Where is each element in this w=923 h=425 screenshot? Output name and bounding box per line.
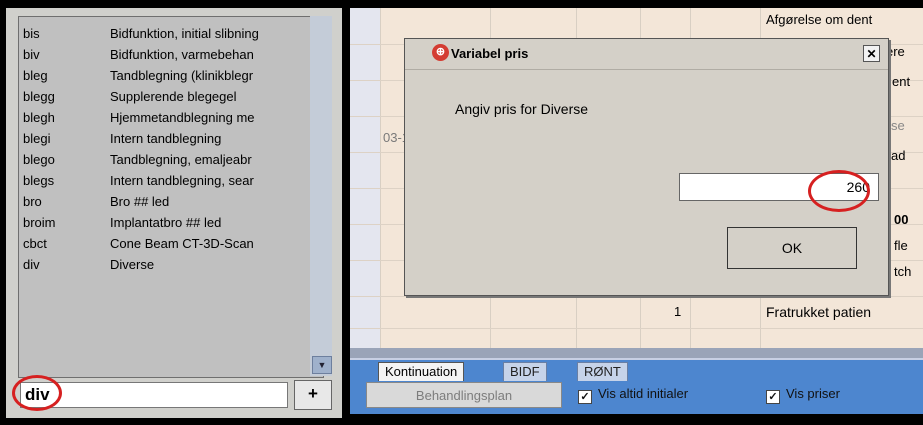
variable-price-dialog: ⊕ Variabel pris ✕ Angiv pris for Diverse… [404, 38, 889, 296]
grid-horizontal-scrollbar[interactable] [350, 348, 923, 358]
list-scrollbar[interactable]: ▼ [310, 16, 332, 376]
list-item[interactable]: bro Bro ## led [19, 191, 319, 212]
checkmark-icon: ✓ [766, 390, 780, 404]
list-item[interactable]: blegh Hjemmetandblegning me [19, 107, 319, 128]
tab-bidf[interactable]: BIDF [503, 362, 547, 381]
tab-kontinuation[interactable]: Kontinuation [378, 362, 465, 381]
list-item[interactable]: bis Bidfunktion, initial slibning [19, 23, 319, 44]
scroll-down-arrow-icon[interactable]: ▼ [312, 356, 332, 374]
dialog-title: Variabel pris [451, 46, 529, 61]
code-list[interactable]: bis Bidfunktion, initial slibning biv Bidf… [18, 16, 324, 378]
price-input[interactable]: 260 [679, 173, 879, 201]
treatment-plan-button[interactable]: Behandlingsplan [366, 382, 562, 408]
code-filter-input[interactable]: div [20, 382, 288, 408]
grid-text: se [891, 118, 905, 133]
row-header-strip [350, 8, 380, 348]
list-item[interactable]: blegg Supplerende blegegel [19, 86, 319, 107]
show-initials-checkbox[interactable]: ✓ Vis altid initialer [578, 386, 688, 404]
list-item[interactable]: blegi Intern tandblegning [19, 128, 319, 149]
grid-text: ent [892, 74, 911, 89]
add-code-button[interactable]: + [294, 380, 332, 410]
row-description: Fratrukket patien [766, 304, 872, 320]
list-item[interactable]: broim Implantatbro ## led [19, 212, 319, 233]
list-item[interactable]: blego Tandblegning, emaljeabr [19, 149, 319, 170]
grid-text: tch [894, 264, 912, 279]
grid-text: fle [894, 238, 908, 253]
tab-ront[interactable]: RØNT [577, 362, 628, 381]
app-logo-icon: ⊕ [432, 44, 449, 61]
grid-text: 00 [894, 212, 909, 227]
grid-text: Afgørelse om dent [766, 12, 873, 27]
list-item[interactable]: blegs Intern tandblegning, sear [19, 170, 319, 191]
code-picker-panel: bis Bidfunktion, initial slibning biv Bidf… [6, 8, 342, 418]
checkmark-icon: ✓ [578, 390, 592, 404]
list-item[interactable]: biv Bidfunktion, varmebehan [19, 44, 319, 65]
close-button[interactable]: ✕ [863, 45, 880, 62]
row-quantity: 1 [674, 304, 682, 319]
dialog-titlebar[interactable]: ⊕ Variabel pris ✕ [405, 39, 888, 70]
list-item[interactable]: cbct Cone Beam CT-3D-Scan [19, 233, 319, 254]
ok-button[interactable]: OK [727, 227, 857, 269]
grid-text: ad [891, 148, 906, 163]
price-prompt: Angiv pris for Diverse [455, 101, 589, 117]
show-prices-checkbox[interactable]: ✓ Vis priser [766, 386, 840, 404]
list-item[interactable]: bleg Tandblegning (klinikblegr [19, 65, 319, 86]
list-item[interactable]: div Diverse [19, 254, 319, 275]
